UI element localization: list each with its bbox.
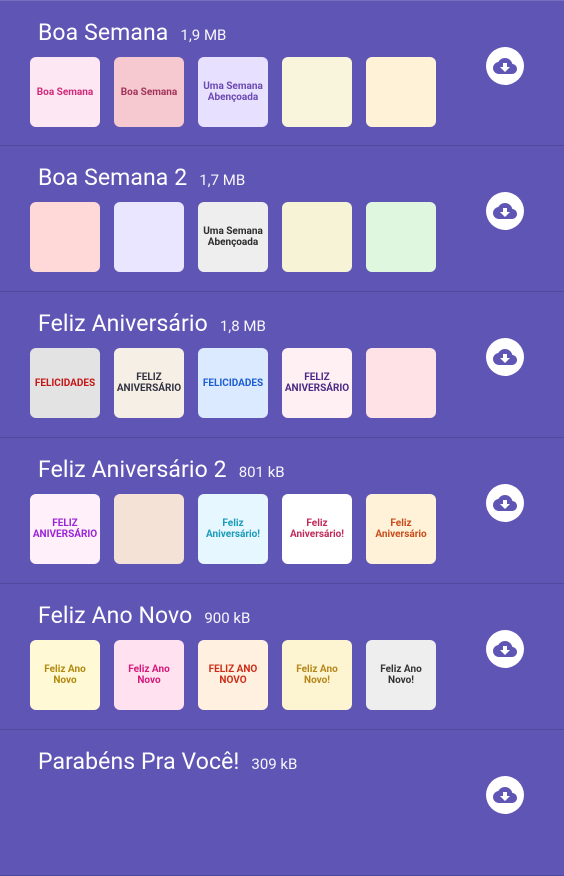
pack-name: Boa Semana [38,19,169,46]
sticker-preview: Boa Semana [30,57,100,127]
sticker-preview: Feliz Aniversário! [198,494,268,564]
cloud-download-icon [493,349,517,365]
sticker-pack-row[interactable]: Feliz Ano Novo 900 kB Feliz Ano Novo Feliz … [0,584,564,730]
download-button[interactable] [486,47,524,85]
pack-size: 900 kB [204,609,251,627]
pack-name: Boa Semana 2 [38,164,188,191]
download-button[interactable] [486,630,524,668]
sticker-preview: Feliz Ano Novo [30,640,100,710]
sticker-preview: FELIZ ANO NOVO [198,640,268,710]
sticker-preview: Feliz Aniversário! [282,494,352,564]
pack-name: Feliz Aniversário 2 [38,456,227,483]
sticker-preview [282,57,352,127]
pack-title-row: Boa Semana 1,9 MB [38,19,226,46]
pack-title-row: Feliz Aniversário 2 801 kB [38,456,285,483]
sticker-preview [366,57,436,127]
sticker-pack-row[interactable]: Boa Semana 1,9 MB Boa Semana Boa Semana Uma … [0,0,564,146]
download-button[interactable] [486,776,524,814]
sticker-preview: FELIZ ANIVERSÁRIO [30,494,100,564]
pack-title-row: Boa Semana 2 1,7 MB [38,164,245,191]
sticker-preview: Uma Semana Abençoada [198,57,268,127]
pack-size: 1,9 MB [180,26,227,44]
download-button[interactable] [486,192,524,230]
sticker-preview-strip: Uma Semana Abençoada [30,202,436,272]
sticker-preview: FELIZ ANIVERSÁRIO [114,348,184,418]
sticker-preview: FELIZ ANIVERSÁRIO [282,348,352,418]
sticker-preview [366,202,436,272]
sticker-preview-strip: FELIZ ANIVERSÁRIO Feliz Aniversário! Feliz… [30,494,436,564]
sticker-preview-strip: Boa Semana Boa Semana Uma Semana Abençoada [30,57,436,127]
sticker-pack-row[interactable]: Feliz Aniversário 1,8 MB FELICIDADES FELIZ … [0,292,564,438]
sticker-preview [114,202,184,272]
sticker-preview [30,202,100,272]
sticker-preview-strip: FELICIDADES FELIZ ANIVERSÁRIO FELICIDADES F… [30,348,436,418]
sticker-preview [282,202,352,272]
pack-size: 801 kB [238,463,285,481]
sticker-preview: FELICIDADES [198,348,268,418]
cloud-download-icon [493,58,517,74]
cloud-download-icon [493,495,517,511]
download-button[interactable] [486,338,524,376]
sticker-preview: Feliz Aniversário [366,494,436,564]
pack-name: Feliz Aniversário [38,310,208,337]
cloud-download-icon [493,641,517,657]
sticker-preview: FELICIDADES [30,348,100,418]
sticker-preview: Feliz Ano Novo! [282,640,352,710]
sticker-preview-strip: Feliz Ano Novo Feliz Ano Novo FELIZ ANO NO… [30,640,436,710]
sticker-pack-list: Boa Semana 1,9 MB Boa Semana Boa Semana Uma … [0,0,564,876]
pack-size: 309 kB [251,755,298,773]
sticker-pack-row[interactable]: Parabéns Pra Você! 309 kB [0,730,564,876]
pack-name: Feliz Ano Novo [38,602,193,629]
sticker-pack-row[interactable]: Feliz Aniversário 2 801 kB FELIZ ANIVERSÁR… [0,438,564,584]
sticker-preview: Uma Semana Abençoada [198,202,268,272]
sticker-preview: Feliz Ano Novo! [366,640,436,710]
sticker-preview [114,494,184,564]
pack-title-row: Parabéns Pra Você! 309 kB [38,748,297,775]
sticker-preview [366,348,436,418]
pack-name: Parabéns Pra Você! [38,748,240,775]
cloud-download-icon [493,787,517,803]
pack-size: 1,7 MB [199,171,246,189]
pack-title-row: Feliz Ano Novo 900 kB [38,602,250,629]
pack-size: 1,8 MB [219,317,266,335]
pack-title-row: Feliz Aniversário 1,8 MB [38,310,266,337]
sticker-preview: Boa Semana [114,57,184,127]
download-button[interactable] [486,484,524,522]
sticker-pack-row[interactable]: Boa Semana 2 1,7 MB Uma Semana Abençoada [0,146,564,292]
cloud-download-icon [493,203,517,219]
sticker-preview: Feliz Ano Novo [114,640,184,710]
